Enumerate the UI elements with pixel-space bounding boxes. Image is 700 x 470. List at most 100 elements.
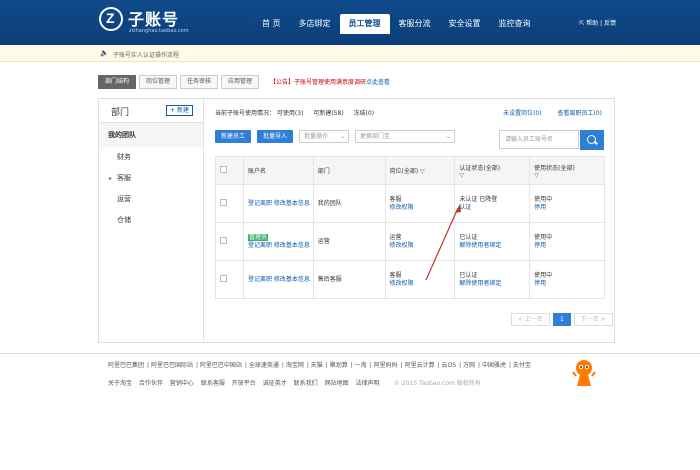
row-checkbox[interactable]	[220, 274, 227, 282]
pagination: < 上一页 1 下一页 >	[508, 313, 613, 326]
footer-link[interactable]: 淘宝网	[286, 362, 304, 369]
sidebar-item-label: 客服	[117, 174, 131, 182]
edit-permissions-link[interactable]: 修改权限	[390, 204, 455, 212]
footer-link[interactable]: 全球速卖通	[249, 362, 279, 369]
select-all-checkbox[interactable]	[220, 166, 227, 173]
certify-link[interactable]: 认证	[459, 204, 529, 212]
tab-department-structure[interactable]: 部门结构	[98, 75, 137, 89]
help-feedback-link[interactable]: ⇱ 帮助 | 反馈	[579, 18, 616, 27]
employee-search-input[interactable]: 请输入员工账号名	[499, 130, 579, 149]
employee-table: 账户名 部门 岗位(全部) ▽ 认证状态(全部) ▽ 使用状态(全部) ▽ 登记离职…	[215, 156, 605, 299]
filter-icon[interactable]: ▽	[534, 172, 539, 179]
sidebar-item-customer-service[interactable]: ▸ 客服	[99, 168, 203, 189]
filter-icon[interactable]: ▽	[420, 168, 425, 175]
position-cell: 客服 修改权限	[384, 260, 456, 299]
footer-link[interactable]: 合作伙伴	[139, 380, 163, 387]
footer-link[interactable]: 中国雅虎	[482, 362, 506, 369]
tab-task-review[interactable]: 任务审核	[180, 75, 219, 89]
account-cell: 登记离职 修改基本信息	[242, 260, 314, 299]
new-employee-button[interactable]: 新建员工	[215, 130, 252, 143]
footer-link[interactable]: 营销中心	[170, 380, 194, 387]
nav-employee-management[interactable]: 员工管理	[339, 14, 390, 34]
col-usage-status[interactable]: 使用状态(全部) ▽	[529, 156, 605, 185]
announcement-link[interactable]: 点此查看	[366, 79, 390, 86]
new-department-button[interactable]: + 新建	[166, 105, 193, 116]
next-page-button[interactable]: 下一页 >	[573, 313, 613, 326]
disable-link[interactable]: 停用	[534, 280, 604, 288]
page-number-button[interactable]: 1	[552, 313, 571, 326]
section-tabs: 部门结构 岗位管理 任务审核 应用管理	[98, 75, 262, 89]
table-header-row: 账户名 部门 岗位(全部) ▽ 认证状态(全部) ▽ 使用状态(全部) ▽	[215, 156, 605, 185]
resigned-employees-link[interactable]: 查看离职员工(0)	[558, 110, 603, 117]
account-cell: 登记离职 修改基本信息	[242, 184, 314, 223]
change-department-select[interactable]: 更换部门至 ⌄	[355, 130, 456, 143]
footer-site-links: 关于淘宝 合作伙伴 营销中心 联系客服 开放平台 诚征英才 联系我们 网站地图 …	[108, 378, 385, 387]
search-button[interactable]	[580, 130, 604, 150]
logo-icon[interactable]	[99, 7, 123, 31]
chevron-down-icon: ⌄	[340, 133, 346, 140]
tab-app-management[interactable]: 应用管理	[221, 75, 260, 89]
prev-page-button[interactable]: < 上一页	[511, 313, 550, 326]
col-position[interactable]: 岗位(全部) ▽	[384, 156, 456, 185]
caret-right-icon[interactable]: ▸	[109, 168, 112, 189]
row-checkbox[interactable]	[220, 198, 227, 206]
account-actions-link[interactable]: 登记离职 修改基本信息	[248, 242, 313, 250]
row-checkbox-cell	[215, 222, 244, 261]
footer-link[interactable]: 联系我们	[294, 380, 318, 387]
disable-link[interactable]: 停用	[534, 242, 604, 250]
nav-customer-service-routing[interactable]: 客服分流	[390, 16, 440, 32]
footer-partner-links: 阿里巴巴集团 | 阿里巴巴国际站 | 阿里巴巴中国站 | 全球速卖通 | 淘宝网 | 天猫…	[108, 362, 531, 369]
account-actions-link[interactable]: 登记离职 修改基本信息	[248, 276, 313, 284]
bulk-import-button[interactable]: 批量导入	[257, 130, 294, 143]
position-value: 客服	[389, 195, 402, 203]
footer-link[interactable]: 网站地图	[325, 380, 349, 387]
disable-link[interactable]: 停用	[534, 204, 604, 212]
footer-link[interactable]: 开放平台	[232, 380, 256, 387]
footer-link[interactable]: 支付宝	[513, 362, 531, 369]
table-toolbar: 新建员工 批量导入 批量操作 ⌄ 更换部门至 ⌄	[215, 130, 461, 143]
unbind-user-link[interactable]: 解除使用者绑定	[459, 242, 529, 250]
footer-link[interactable]: 阿里巴巴集团	[108, 362, 144, 369]
account-actions-link[interactable]: 登记离职 修改基本信息	[248, 200, 313, 208]
bulk-operations-select[interactable]: 批量操作 ⌄	[299, 130, 350, 143]
footer-link[interactable]: 云OS	[442, 362, 457, 369]
edit-permissions-link[interactable]: 修改权限	[390, 242, 455, 250]
footer-divider	[0, 353, 700, 354]
footer-link[interactable]: 阿里巴巴中国站	[200, 362, 242, 369]
sidebar-item-my-team[interactable]: 我的团队	[99, 123, 203, 147]
tab-position-management[interactable]: 岗位管理	[139, 75, 178, 89]
nav-security-settings[interactable]: 安全设置	[440, 16, 490, 32]
account-usage-stats: 当前子账号使用情况： 可使用(3) 可新建(58) 冻结(0)	[215, 108, 382, 117]
filter-icon[interactable]: ▽	[459, 172, 464, 179]
footer-link[interactable]: 联系客服	[201, 380, 225, 387]
footer-link[interactable]: 阿里云计算	[405, 362, 435, 369]
edit-permissions-link[interactable]: 修改权限	[390, 280, 455, 288]
sidebar-header: 部门 + 新建	[99, 99, 203, 123]
footer-link[interactable]: 天猫	[311, 362, 323, 369]
footer-link[interactable]: 聚划算	[330, 362, 348, 369]
col-certification[interactable]: 认证状态(全部) ▽	[454, 156, 531, 185]
main-panel: 部门 + 新建 我的团队 财务 ▸ 客服 运营 仓储 当前子账号使用情况： 可使用…	[98, 98, 615, 343]
nav-home[interactable]: 首 页	[253, 16, 290, 32]
brand-subtitle: zizhanghao.taobao.com	[129, 28, 189, 34]
bulk-operations-value: 批量操作	[304, 133, 329, 140]
footer-link[interactable]: 一淘	[355, 362, 367, 369]
nav-monitoring[interactable]: 监控查询	[490, 16, 540, 32]
footer-link[interactable]: 阿里妈妈	[374, 362, 398, 369]
nav-multi-store[interactable]: 多店绑定	[290, 16, 340, 32]
sidebar-item-operations[interactable]: 运营	[99, 189, 203, 210]
sidebar-item-warehouse[interactable]: 仓储	[99, 210, 203, 231]
speaker-icon: 🔈	[100, 49, 109, 57]
row-checkbox[interactable]	[220, 236, 227, 244]
notice-text[interactable]: 子账号实人认证操作流程	[113, 50, 179, 59]
status-value: 使用中	[534, 233, 553, 241]
col-usage-status-label: 使用状态(全部)	[534, 164, 575, 172]
unbind-user-link[interactable]: 解除使用者绑定	[459, 280, 529, 288]
footer-link[interactable]: 诚征英才	[263, 380, 287, 387]
footer-link[interactable]: 万网	[463, 362, 475, 369]
footer-link[interactable]: 关于淘宝	[108, 380, 132, 387]
footer-link[interactable]: 法律声明	[356, 380, 380, 387]
sidebar-item-finance[interactable]: 财务	[99, 147, 203, 168]
footer-link[interactable]: 阿里巴巴国际站	[151, 362, 193, 369]
unassigned-position-link[interactable]: 未设置岗位(0)	[503, 110, 542, 117]
